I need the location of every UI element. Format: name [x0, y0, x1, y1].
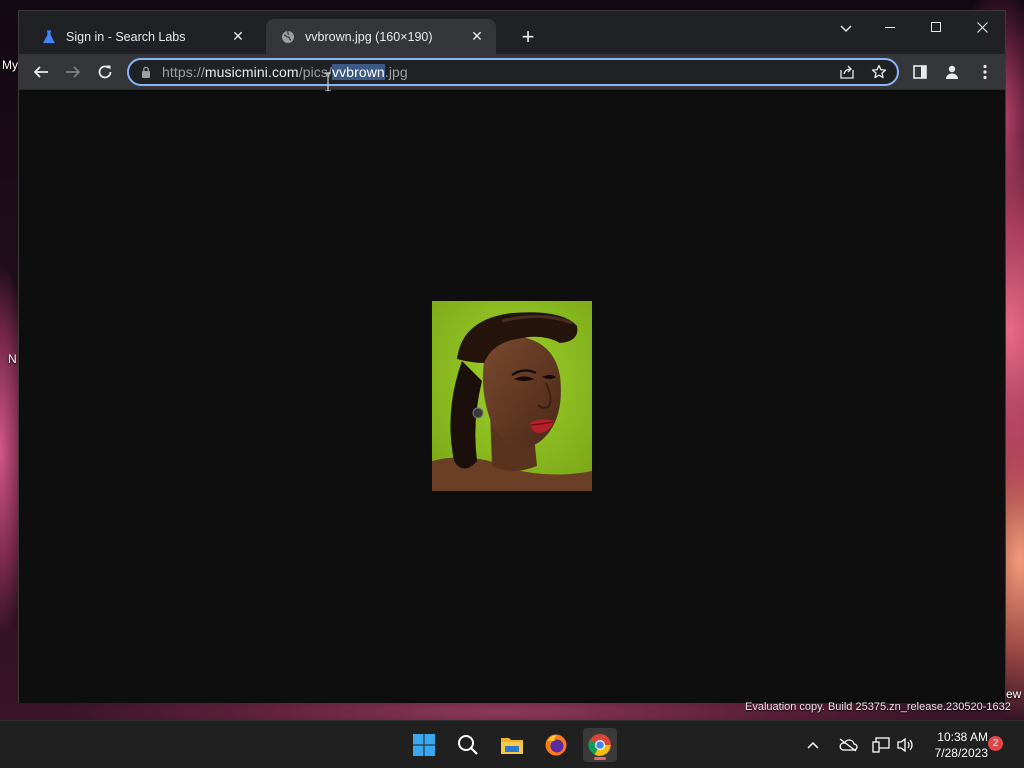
- lock-icon[interactable]: [139, 65, 153, 79]
- tab-title: Sign in - Search Labs: [66, 29, 186, 44]
- onedrive-offline-icon[interactable]: [832, 738, 864, 752]
- maximize-button[interactable]: [913, 11, 959, 43]
- profile-avatar-icon[interactable]: [938, 58, 966, 86]
- url-host: musicmini.com: [204, 64, 299, 80]
- bookmark-star-icon[interactable]: [867, 62, 891, 82]
- file-explorer-icon[interactable]: [495, 728, 529, 762]
- back-button[interactable]: [27, 58, 55, 86]
- network-icon[interactable]: [868, 737, 894, 753]
- chevron-up-icon[interactable]: [802, 741, 824, 749]
- clock-date: 7/28/2023: [934, 746, 988, 760]
- close-icon[interactable]: ✕: [468, 28, 486, 46]
- new-tab-button[interactable]: +: [516, 24, 540, 49]
- clock-time: 10:38 AM: [937, 730, 988, 744]
- window-controls: [867, 11, 1005, 43]
- reload-button[interactable]: [91, 58, 119, 86]
- side-panel-button[interactable]: [906, 58, 934, 86]
- url-text[interactable]: https://musicmini.com/pics/vvbrown.jpg: [162, 64, 408, 80]
- page-viewport: [19, 91, 1005, 703]
- url-scheme: https://: [162, 64, 205, 80]
- url-extension: .jpg: [384, 64, 408, 80]
- notification-badge[interactable]: 2: [988, 736, 1003, 751]
- close-window-button[interactable]: [959, 11, 1005, 43]
- evaluation-watermark: Evaluation copy. Build 25375.zn_release.…: [745, 701, 1011, 713]
- address-bar-actions: [835, 62, 891, 82]
- close-icon[interactable]: ✕: [229, 28, 247, 46]
- forward-button[interactable]: [59, 58, 87, 86]
- share-icon[interactable]: [835, 62, 859, 82]
- minimize-button[interactable]: [867, 11, 913, 43]
- taskbar: 10:38 AM 7/28/2023: [0, 720, 1024, 768]
- browser-toolbar: https://musicmini.com/pics/vvbrown.jpg: [19, 54, 1005, 92]
- url-selected-text: vvbrown: [331, 64, 385, 80]
- taskbar-clock[interactable]: 10:38 AM 7/28/2023: [918, 729, 988, 761]
- chrome-icon[interactable]: [583, 728, 617, 762]
- flask-icon: [41, 29, 57, 45]
- desktop-icon-label-3[interactable]: ew: [1006, 687, 1021, 701]
- volume-icon[interactable]: [894, 737, 916, 753]
- address-bar[interactable]: https://musicmini.com/pics/vvbrown.jpg: [127, 58, 899, 86]
- tab-title: vvbrown.jpg (160×190): [305, 29, 433, 44]
- chevron-down-icon[interactable]: [834, 17, 858, 41]
- system-tray: [802, 721, 916, 768]
- text-cursor-icon: [325, 72, 331, 92]
- browser-window: Sign in - Search Labs ✕ vvbrown.jpg (160…: [18, 10, 1006, 703]
- tab-vvbrown-image[interactable]: vvbrown.jpg (160×190) ✕: [266, 19, 496, 54]
- desktop-icon-label[interactable]: My: [2, 58, 18, 72]
- more-menu-icon[interactable]: [971, 58, 999, 86]
- globe-icon: [280, 29, 296, 45]
- start-windows-icon[interactable]: [407, 728, 441, 762]
- tab-strip: Sign in - Search Labs ✕ vvbrown.jpg (160…: [19, 11, 1005, 54]
- portrait-image[interactable]: [432, 301, 592, 491]
- firefox-icon[interactable]: [539, 728, 573, 762]
- active-app-indicator: [594, 757, 606, 760]
- search-icon[interactable]: [451, 728, 485, 762]
- tab-search-labs[interactable]: Sign in - Search Labs ✕: [27, 19, 257, 54]
- desktop-icon-label-2[interactable]: N: [8, 352, 17, 366]
